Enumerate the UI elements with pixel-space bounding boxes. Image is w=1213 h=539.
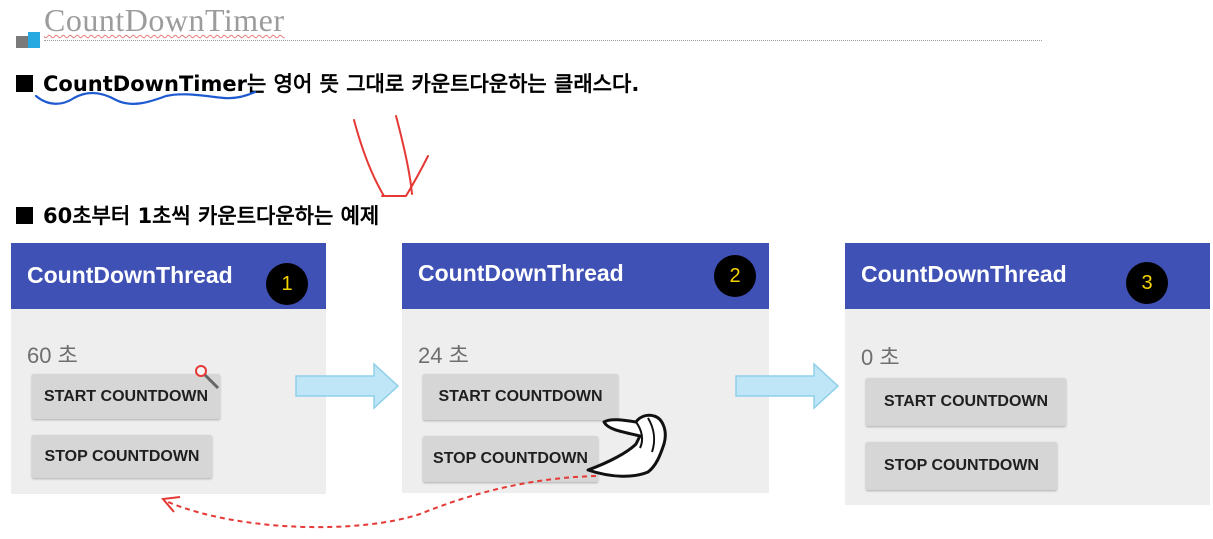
flow-arrow-icon: [735, 362, 840, 410]
pin-cursor-icon: [195, 365, 220, 390]
return-arrow-dashed: [167, 475, 597, 529]
blue-underline-scribble: [34, 90, 257, 105]
hand-pointer-icon: [586, 413, 667, 478]
annotation-overlay: [34, 90, 840, 529]
red-arrow-scribble: [353, 115, 429, 197]
return-arrow-head: [161, 496, 181, 513]
flow-arrow-icon: [295, 362, 400, 410]
